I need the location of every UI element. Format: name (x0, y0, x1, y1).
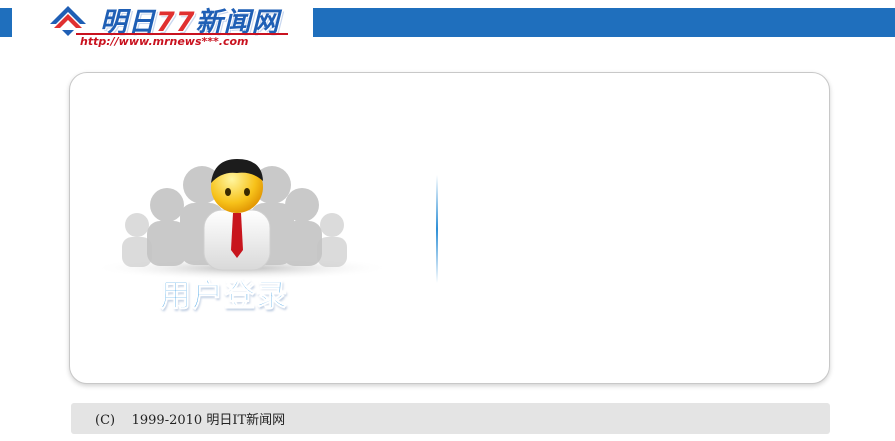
panel-divider (436, 175, 438, 283)
login-title: 用户登录 (160, 278, 288, 315)
logo-url: http://www.mrnews***.com (80, 35, 249, 48)
footer: (C) 1999-2010 明日IT新闻网 (71, 403, 830, 434)
site-logo[interactable]: 明日77新闻网 http://www.mrnews***.com (44, 0, 304, 50)
copyright-text: (C) 1999-2010 明日IT新闻网 (95, 413, 286, 428)
header-bar-left (0, 8, 12, 37)
header-bar-right (313, 8, 895, 37)
login-card: 用户登录 (69, 72, 830, 384)
header: 明日77新闻网 http://www.mrnews***.com (0, 0, 895, 52)
